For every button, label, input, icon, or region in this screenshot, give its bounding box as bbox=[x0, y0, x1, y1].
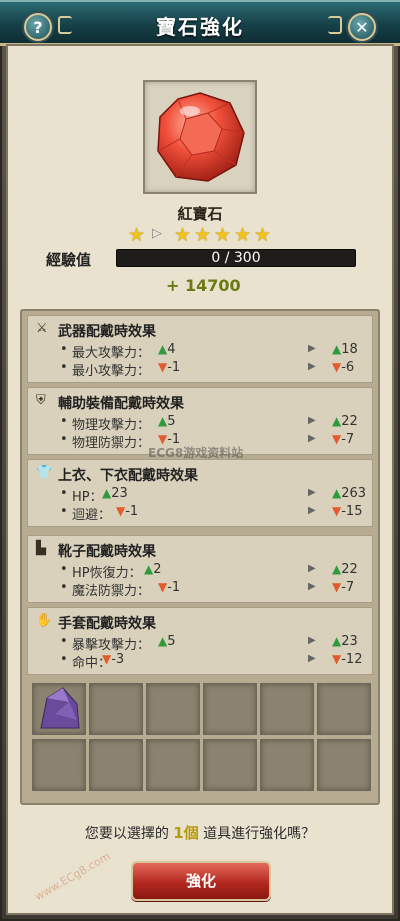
stat-current: ▲4 bbox=[158, 342, 176, 357]
boot-icon: ▙ bbox=[36, 541, 46, 556]
stat-row: • HP恢復力： ▲2 ▶ ▲22 bbox=[60, 562, 358, 581]
star-icon: ★ bbox=[254, 224, 272, 246]
stat-current: ▲2 bbox=[144, 562, 162, 577]
stat-current: ▼-1 bbox=[116, 504, 139, 519]
close-button[interactable]: ✕ bbox=[348, 13, 376, 41]
stat-label: 魔法防禦力： bbox=[72, 584, 151, 599]
sword-icon: ⚔ bbox=[36, 321, 48, 336]
material-slot[interactable] bbox=[203, 739, 257, 791]
exp-value: 0 / 300 bbox=[211, 250, 261, 266]
exp-bar: 0 / 300 bbox=[116, 249, 356, 267]
title-ornament-right bbox=[328, 16, 342, 34]
material-slots bbox=[32, 683, 372, 795]
arrow-right-icon: ▶ bbox=[308, 635, 316, 646]
enhance-button[interactable]: 強化 bbox=[131, 861, 271, 901]
watermark: ECG8游戏资料站 bbox=[148, 446, 244, 460]
stat-row: • 迴避： ▼-1 ▶ ▼-15 bbox=[60, 504, 363, 523]
effect-section-weapon: ⚔ 武器配戴時效果 • 最大攻擊力： ▲4 ▶ ▲18 • 最小攻擊力： ▼-1… bbox=[27, 315, 373, 383]
confirm-question: 您要以選擇的 1個 道具進行強化嗎？ bbox=[84, 824, 316, 842]
arrow-right-icon: ▶ bbox=[308, 563, 316, 574]
section-title: 武器配戴時效果 bbox=[58, 324, 156, 340]
stat-label: 最大攻擊力： bbox=[72, 346, 151, 361]
effect-section-boots: ▙ 靴子配戴時效果 • HP恢復力： ▲2 ▶ ▲22 • 魔法防禦力： ▼-1… bbox=[27, 535, 373, 603]
material-slot[interactable] bbox=[89, 683, 143, 735]
arrow-right-icon: ▶ bbox=[308, 505, 316, 516]
stat-next: ▼-6 bbox=[332, 360, 355, 375]
material-slot[interactable] bbox=[317, 683, 371, 735]
material-slot[interactable] bbox=[89, 739, 143, 791]
material-slot[interactable] bbox=[32, 739, 86, 791]
stat-label: 迴避： bbox=[72, 508, 112, 523]
stat-row: • 最小攻擊力： ▼-1 ▶ ▼-6 bbox=[60, 360, 355, 379]
stat-next: ▲22 bbox=[332, 414, 358, 429]
section-title: 上衣、下衣配戴時效果 bbox=[58, 468, 198, 484]
stat-row: • 最大攻擊力： ▲4 ▶ ▲18 bbox=[60, 342, 358, 361]
stat-next: ▼-7 bbox=[332, 432, 355, 447]
stat-current: ▼-1 bbox=[158, 580, 181, 595]
star-icon: ★ bbox=[194, 224, 212, 246]
arrow-right-icon: ▶ bbox=[308, 653, 316, 664]
exp-gain: + 14700 bbox=[166, 276, 241, 295]
material-slot[interactable] bbox=[146, 739, 200, 791]
effect-section-gloves: ✋ 手套配戴時效果 • 暴擊攻擊力： ▲5 ▶ ▲23 • 命中： ▼-3 ▶ … bbox=[27, 607, 373, 675]
shirt-icon: 👕 bbox=[36, 465, 53, 480]
stat-row: • HP： ▲23 ▶ ▲263 bbox=[60, 486, 367, 505]
ruby-gem-icon bbox=[157, 92, 245, 182]
stat-next: ▼-7 bbox=[332, 580, 355, 595]
arrow-right-icon: ▶ bbox=[308, 581, 316, 592]
section-title: 靴子配戴時效果 bbox=[58, 544, 156, 560]
stat-row: • 魔法防禦力： ▼-1 ▶ ▼-7 bbox=[60, 580, 355, 599]
stat-next: ▼-12 bbox=[332, 652, 363, 667]
arrow-right-icon: ▶ bbox=[308, 487, 316, 498]
stat-next: ▲22 bbox=[332, 562, 358, 577]
material-slot[interactable] bbox=[260, 739, 314, 791]
stat-current: ▼-1 bbox=[158, 360, 181, 375]
selected-count: 1個 bbox=[173, 824, 199, 842]
stat-current: ▲23 bbox=[102, 486, 128, 501]
section-title: 手套配戴時效果 bbox=[58, 616, 156, 632]
stat-row: • 暴擊攻擊力： ▲5 ▶ ▲23 bbox=[60, 634, 358, 653]
star-icon: ★ bbox=[234, 224, 252, 246]
stat-label: 暴擊攻擊力： bbox=[72, 638, 151, 653]
arrow-right-icon: ▶ bbox=[308, 415, 316, 426]
effect-section-armor: 👕 上衣、下衣配戴時效果 • HP： ▲23 ▶ ▲263 • 迴避： ▼-1 … bbox=[27, 459, 373, 527]
star-icon: ★ bbox=[214, 224, 232, 246]
purple-gem-icon bbox=[40, 687, 80, 729]
material-slot[interactable] bbox=[32, 683, 86, 735]
stat-current: ▲5 bbox=[158, 634, 176, 649]
material-slot[interactable] bbox=[260, 683, 314, 735]
star-icon: ★ bbox=[128, 224, 146, 246]
stat-label: HP恢復力： bbox=[72, 566, 142, 581]
arrow-right-icon: ▶ bbox=[308, 343, 316, 354]
section-title: 輔助裝備配戴時效果 bbox=[58, 396, 184, 412]
stat-current: ▲5 bbox=[158, 414, 176, 429]
material-slot[interactable] bbox=[203, 683, 257, 735]
stat-next: ▲263 bbox=[332, 486, 367, 501]
material-slot[interactable] bbox=[146, 683, 200, 735]
stat-label: 物理攻擊力： bbox=[72, 418, 151, 433]
arrow-right-icon: ▶ bbox=[308, 361, 316, 372]
exp-label: 經驗值 bbox=[46, 251, 92, 269]
stat-label: 物理防禦力： bbox=[72, 436, 151, 451]
gem-name: 紅寶石 bbox=[177, 205, 223, 223]
stat-next: ▲18 bbox=[332, 342, 358, 357]
arrow-right-icon: ▷ bbox=[152, 226, 162, 241]
gem-slot bbox=[143, 80, 257, 194]
stat-row: • 物理攻擊力： ▲5 ▶ ▲22 bbox=[60, 414, 358, 433]
stat-label: HP： bbox=[72, 490, 103, 505]
material-slot[interactable] bbox=[317, 739, 371, 791]
star-icon: ★ bbox=[174, 224, 192, 246]
effects-panel: ⚔ 武器配戴時效果 • 最大攻擊力： ▲4 ▶ ▲18 • 最小攻擊力： ▼-1… bbox=[20, 309, 380, 805]
stat-row: • 命中： ▼-3 ▶ ▼-12 bbox=[60, 652, 363, 671]
glove-icon: ✋ bbox=[36, 613, 53, 628]
stat-next: ▼-15 bbox=[332, 504, 363, 519]
title-bar: ? 寶石強化 ✕ bbox=[0, 0, 400, 46]
arrow-right-icon: ▶ bbox=[308, 433, 316, 444]
stat-label: 最小攻擊力： bbox=[72, 364, 151, 379]
stat-next: ▲23 bbox=[332, 634, 358, 649]
stat-current: ▼-3 bbox=[102, 652, 125, 667]
star-rating: ★ ▷ ★ ★ ★ ★ ★ bbox=[126, 225, 276, 245]
shield-icon: ⛨ bbox=[36, 393, 46, 408]
